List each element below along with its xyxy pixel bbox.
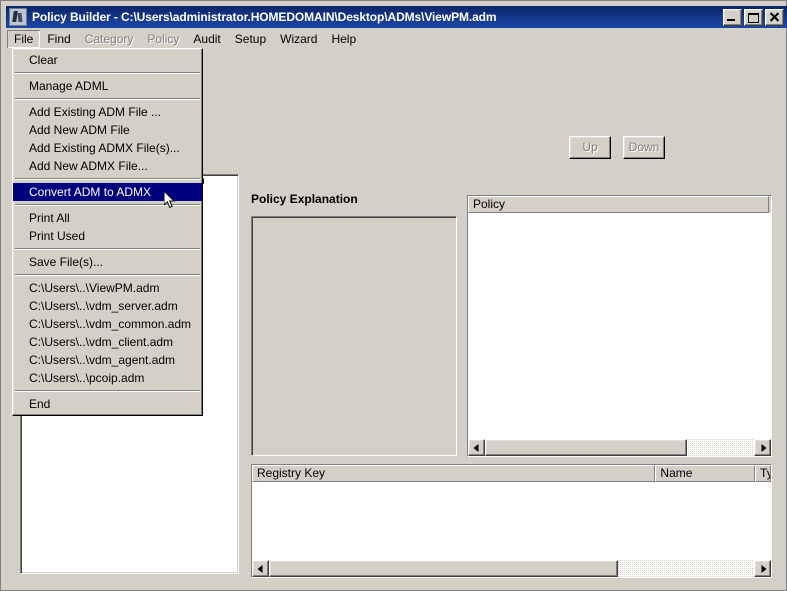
maximize-button[interactable] xyxy=(744,9,763,26)
column-header-policy[interactable]: Policy xyxy=(468,196,769,213)
menu-entry[interactable]: Clear xyxy=(13,51,202,69)
close-button[interactable] xyxy=(765,9,784,26)
menu-entry[interactable]: Add New ADM File xyxy=(13,121,202,139)
file-dropdown-menu[interactable]: Clear Manage ADML Add Existing ADM File ..… xyxy=(12,48,203,416)
menu-separator xyxy=(15,248,200,250)
menu-separator xyxy=(15,98,200,100)
scroll-thumb[interactable] xyxy=(485,439,687,456)
menu-entry[interactable]: C:\Users\..\vdm_server.adm xyxy=(13,297,202,315)
policy-list-hscrollbar[interactable] xyxy=(468,439,771,456)
menu-help[interactable]: Help xyxy=(324,30,363,48)
title-bar[interactable]: Policy Builder - C:\Users\administrator.… xyxy=(6,6,787,28)
menu-entry[interactable]: Manage ADML xyxy=(13,77,202,95)
menu-wizard[interactable]: Wizard xyxy=(273,30,324,48)
window-controls xyxy=(723,9,784,26)
column-header-type[interactable]: Ty xyxy=(755,465,771,482)
column-header-registry-key[interactable]: Registry Key xyxy=(252,465,655,482)
menu-entry[interactable]: C:\Users\..\vdm_client.adm xyxy=(13,333,202,351)
scroll-right-arrow[interactable] xyxy=(754,439,771,456)
application-window: Policy Builder - C:\Users\administrator.… xyxy=(0,0,787,591)
up-button[interactable]: Up xyxy=(569,136,611,159)
menu-entry[interactable]: Convert ADM to ADMX xyxy=(13,183,202,201)
menu-entry[interactable]: C:\Users\..\vdm_common.adm xyxy=(13,315,202,333)
scroll-right-arrow[interactable] xyxy=(754,560,771,577)
policy-explanation-label: Policy Explanation xyxy=(251,192,358,206)
minimize-button[interactable] xyxy=(723,9,742,26)
scroll-track[interactable] xyxy=(269,560,754,577)
menu-entry[interactable]: Add Existing ADM File ... xyxy=(13,103,202,121)
scroll-track[interactable] xyxy=(485,439,754,456)
menu-audit[interactable]: Audit xyxy=(186,30,227,48)
menu-entry[interactable]: Save File(s)... xyxy=(13,253,202,271)
menu-entry[interactable]: Add New ADMX File... xyxy=(13,157,202,175)
menu-entry[interactable]: End xyxy=(13,395,202,413)
app-icon[interactable] xyxy=(9,8,27,26)
policy-list-body[interactable] xyxy=(468,213,771,440)
column-header-name[interactable]: Name xyxy=(655,465,755,482)
menu-setup[interactable]: Setup xyxy=(228,30,273,48)
menu-separator xyxy=(15,72,200,74)
registry-list-view[interactable]: Registry Key Name Ty xyxy=(251,464,772,578)
scroll-thumb[interactable] xyxy=(269,560,618,577)
registry-list-hscrollbar[interactable] xyxy=(252,560,771,577)
menu-category: Category xyxy=(78,30,141,48)
menu-separator xyxy=(15,204,200,206)
registry-list-body[interactable] xyxy=(252,482,771,560)
registry-list-header: Registry Key Name Ty xyxy=(252,465,771,482)
menu-entry[interactable]: Add Existing ADMX File(s)... xyxy=(13,139,202,157)
policy-list-view[interactable]: Policy xyxy=(467,195,772,457)
policy-list-header: Policy xyxy=(468,196,771,213)
menu-entry[interactable]: C:\Users\..\ViewPM.adm xyxy=(13,279,202,297)
window-title: Policy Builder - C:\Users\administrator.… xyxy=(32,10,723,24)
policy-explanation-box[interactable] xyxy=(251,216,457,456)
scroll-left-arrow[interactable] xyxy=(252,560,269,577)
menu-find[interactable]: Find xyxy=(40,30,77,48)
menu-policy: Policy xyxy=(140,30,186,48)
menu-entry[interactable]: C:\Users\..\pcoip.adm xyxy=(13,369,202,387)
down-button[interactable]: Down xyxy=(623,136,665,159)
menu-separator xyxy=(15,178,200,180)
menu-bar: File Find Category Policy Audit Setup Wi… xyxy=(7,29,786,48)
menu-separator xyxy=(15,274,200,276)
menu-entry[interactable]: C:\Users\..\vdm_agent.adm xyxy=(13,351,202,369)
menu-entry[interactable]: Print All xyxy=(13,209,202,227)
menu-separator xyxy=(15,390,200,392)
menu-entry[interactable]: Print Used xyxy=(13,227,202,245)
scroll-left-arrow[interactable] xyxy=(468,439,485,456)
menu-file[interactable]: File xyxy=(7,30,40,48)
